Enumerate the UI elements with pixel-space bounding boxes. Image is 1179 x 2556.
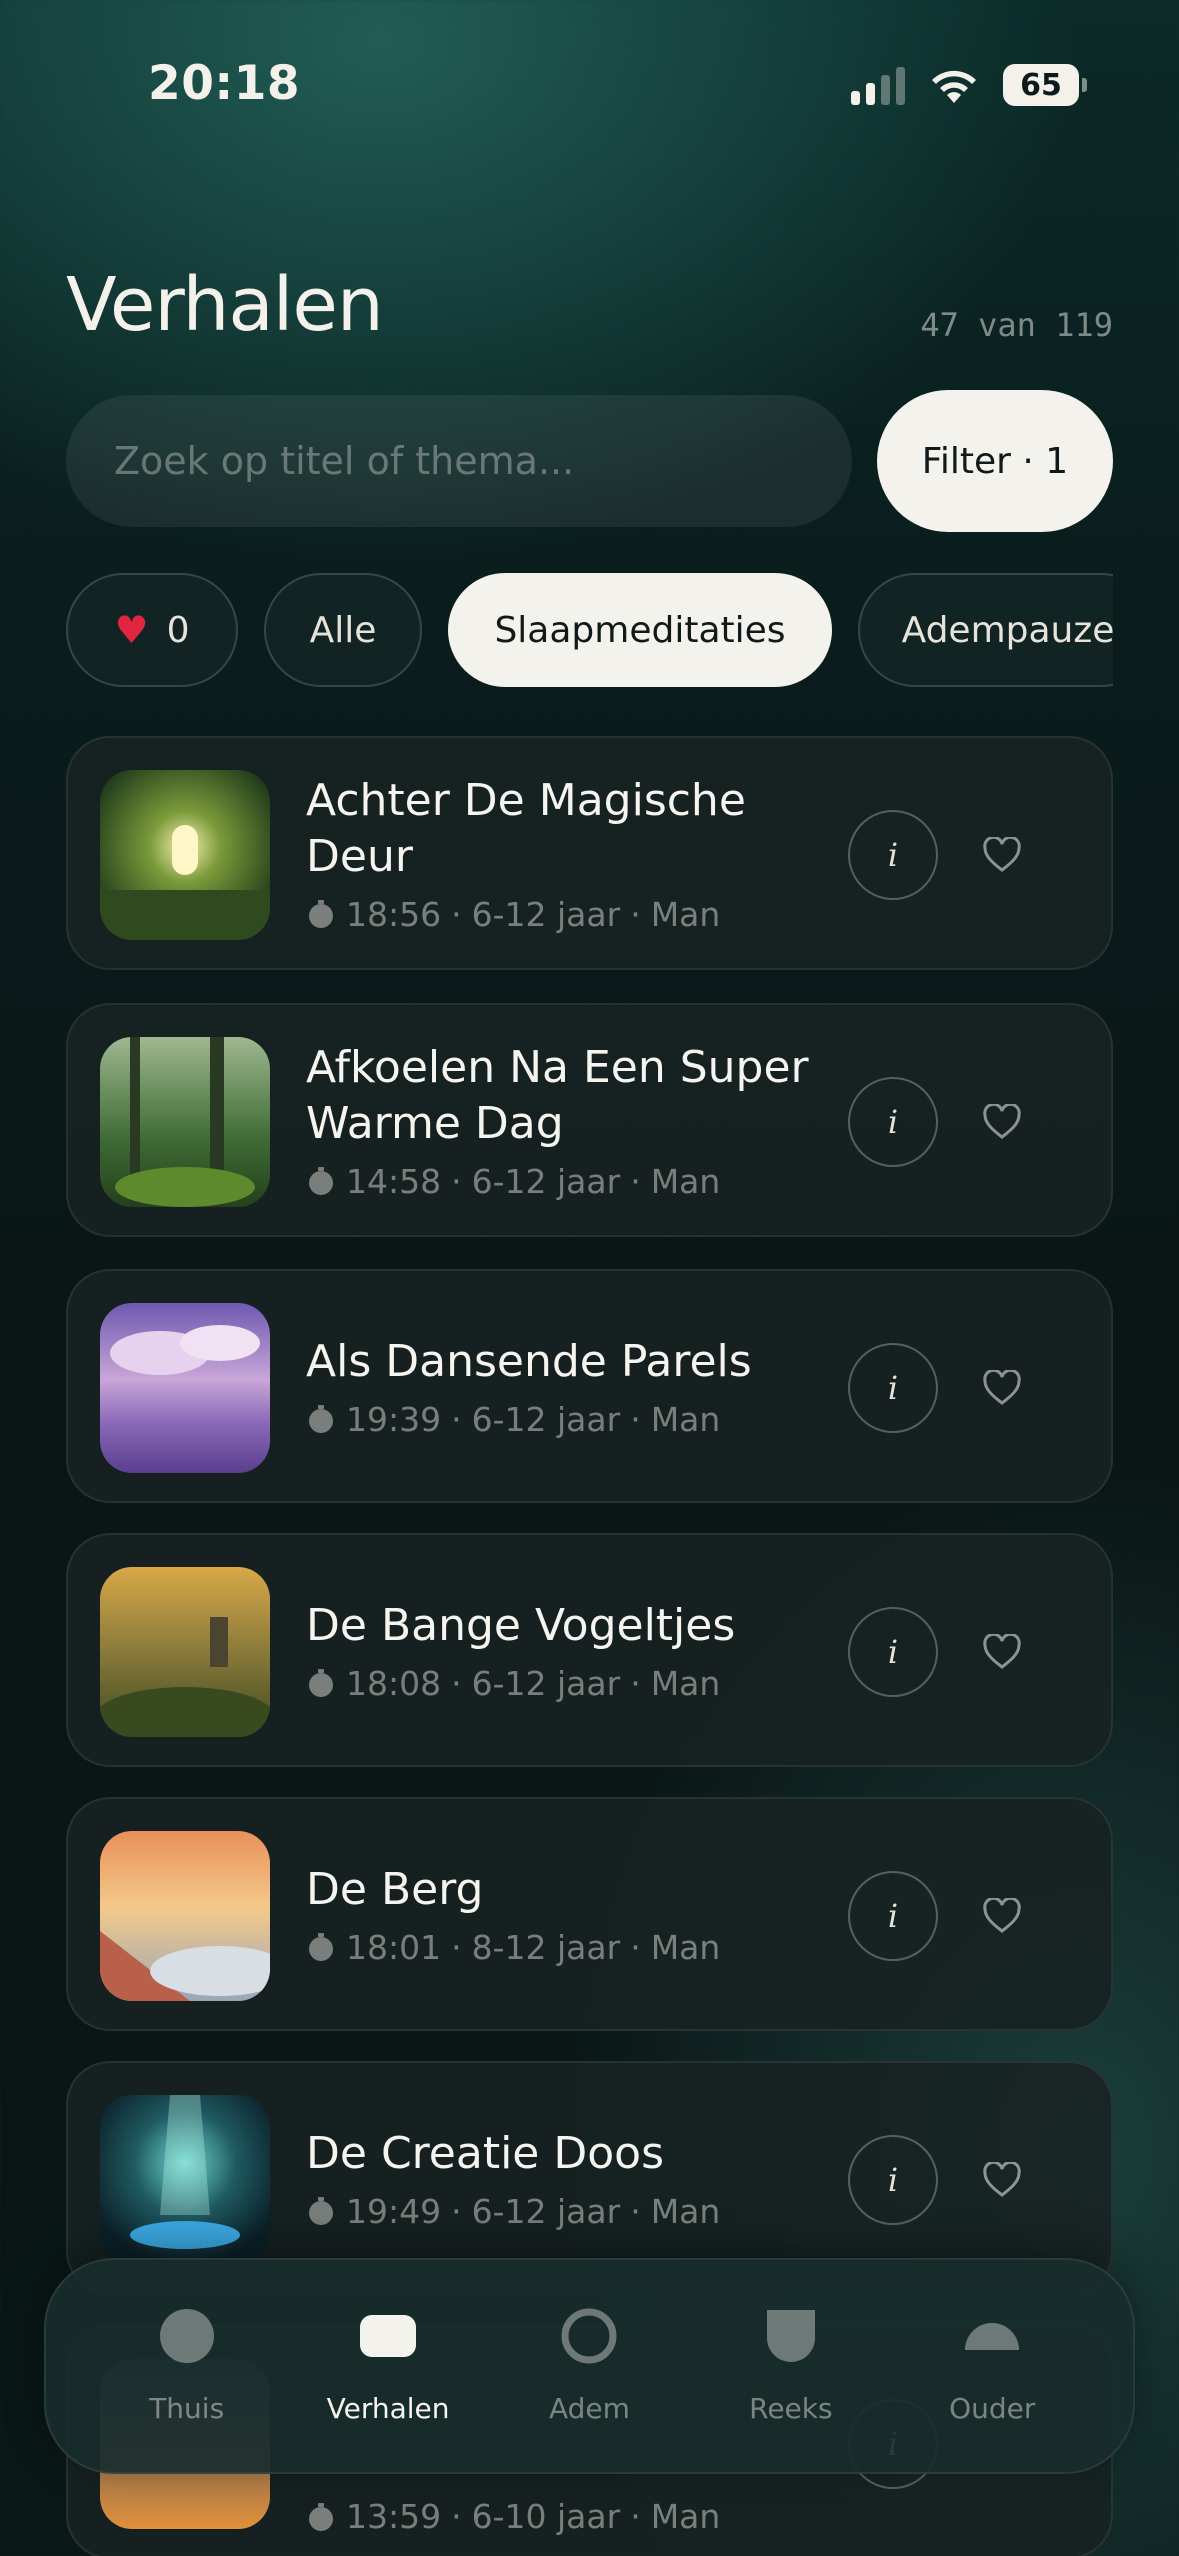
status-time: 20:18 [148,56,301,111]
favorite-heart-icon[interactable] [975,2153,1029,2207]
story-meta: 18:01 · 8-12 jaar · Man [306,1928,826,1967]
timer-icon [309,2502,333,2531]
search-field[interactable] [66,395,852,527]
chip-alle[interactable]: Alle [264,573,422,687]
story-voice: Man [650,1663,721,1703]
story-card[interactable]: Achter De Magische Deur 18:56 · 6-12 jaar… [66,736,1113,970]
timer-icon [309,1167,333,1195]
result-count: 47 van 119 [920,306,1113,344]
stories-icon [359,2308,417,2364]
info-button[interactable]: i [848,2135,938,2225]
favorite-heart-icon[interactable] [975,1889,1029,1943]
tab-label: Verhalen [326,2391,450,2425]
parent-icon [963,2308,1021,2364]
story-meta: 19:49 · 6-12 jaar · Man [306,2192,826,2231]
story-thumbnail [100,1831,270,2001]
tab-label: Thuis [149,2391,225,2425]
story-meta: 13:59 · 6-10 jaar · Man [306,2497,826,2536]
favorite-heart-icon[interactable] [975,828,1029,882]
category-chips: ♥ 0 Alle Slaapmeditaties Adempauze [66,573,1113,689]
favorite-heart-icon[interactable] [975,1361,1029,1415]
info-button[interactable]: i [848,1343,938,1433]
story-age: 6-12 jaar [471,1663,621,1703]
story-meta: 14:58 · 6-12 jaar · Man [306,1162,826,1201]
story-title: Als Dansende Parels [306,1335,752,1387]
info-button[interactable]: i [848,1077,938,1167]
story-duration: 18:01 [346,1927,442,1967]
story-age: 6-10 jaar [471,2497,621,2536]
story-duration: 14:58 [346,1161,442,1201]
tab-label: Ouder [949,2391,1036,2425]
tab-verhalen[interactable]: Verhalen [298,2308,478,2425]
story-meta: 18:56 · 6-12 jaar · Man [306,895,826,934]
timer-icon [309,900,333,928]
wifi-icon [927,65,981,105]
story-voice: Man [650,1927,721,1967]
story-voice: Man [650,1161,721,1201]
story-duration: 19:49 [346,2191,442,2231]
story-age: 6-12 jaar [471,1161,621,1201]
story-thumbnail [100,1037,270,1207]
search-input[interactable] [114,439,852,483]
home-icon [159,2308,215,2364]
story-title: Afkoelen Na Een Super Warme Dag [306,1041,809,1149]
story-thumbnail [100,770,270,940]
story-age: 8-12 jaar [471,1927,621,1967]
chip-adempauze[interactable]: Adempauze [858,573,1113,687]
tab-thuis[interactable]: Thuis [97,2308,277,2425]
info-button[interactable]: i [848,1607,938,1697]
page-title: Verhalen [66,262,384,348]
status-icons: 65 [851,64,1087,106]
story-age: 6-12 jaar [471,2191,621,2231]
story-voice: Man [650,894,721,934]
cellular-signal-icon [851,65,905,105]
tab-ouder[interactable]: Ouder [902,2308,1082,2425]
story-voice: Man [650,2497,721,2536]
story-age: 6-12 jaar [471,894,621,934]
battery-icon: 65 [1003,64,1087,106]
favorite-heart-icon[interactable] [975,1095,1029,1149]
info-button[interactable]: i [848,1871,938,1961]
timer-icon [309,1405,333,1433]
info-button[interactable]: i [848,810,938,900]
chip-label: 0 [166,609,190,651]
series-icon [765,2308,817,2364]
timer-icon [309,2197,333,2225]
timer-icon [309,1933,333,1961]
story-duration: 13:59 [346,2497,442,2536]
story-thumbnail [100,1567,270,1737]
filter-button[interactable]: Filter · 1 [877,390,1113,532]
story-duration: 19:39 [346,1399,442,1439]
story-title: De Berg [306,1863,484,1915]
tab-reeks[interactable]: Reeks [701,2308,881,2425]
story-thumbnail [100,1303,270,1473]
story-voice: Man [650,1399,721,1439]
story-duration: 18:56 [346,894,442,934]
chip-slaapmeditaties[interactable]: Slaapmeditaties [448,573,832,687]
story-title: Achter De Magische Deur [306,774,746,882]
favorite-heart-icon[interactable] [975,1625,1029,1679]
story-voice: Man [650,2191,721,2231]
story-card[interactable]: Afkoelen Na Een Super Warme Dag 14:58 · 6… [66,1003,1113,1237]
story-meta: 19:39 · 6-12 jaar · Man [306,1400,826,1439]
bottom-navigation: Thuis Verhalen Adem Reeks Ouder [44,2258,1135,2474]
story-card[interactable]: De Berg 18:01 · 8-12 jaar · Man i [66,1797,1113,2031]
story-meta: 18:08 · 6-12 jaar · Man [306,1664,826,1703]
tab-label: Reeks [749,2391,833,2425]
story-title: De Bange Vogeltjes [306,1599,736,1651]
chip-favorites[interactable]: ♥ 0 [66,573,238,687]
story-duration: 18:08 [346,1663,442,1703]
tab-label: Adem [549,2391,630,2425]
story-age: 6-12 jaar [471,1399,621,1439]
timer-icon [309,1669,333,1697]
story-title: De Creatie Doos [306,2127,664,2179]
breath-icon [560,2308,618,2364]
story-card[interactable]: De Bange Vogeltjes 18:08 · 6-12 jaar · Man… [66,1533,1113,1767]
story-card[interactable]: Als Dansende Parels 19:39 · 6-12 jaar · Ma… [66,1269,1113,1503]
heart-icon: ♥ [114,608,149,652]
tab-adem[interactable]: Adem [499,2308,679,2425]
story-thumbnail [100,2095,270,2265]
